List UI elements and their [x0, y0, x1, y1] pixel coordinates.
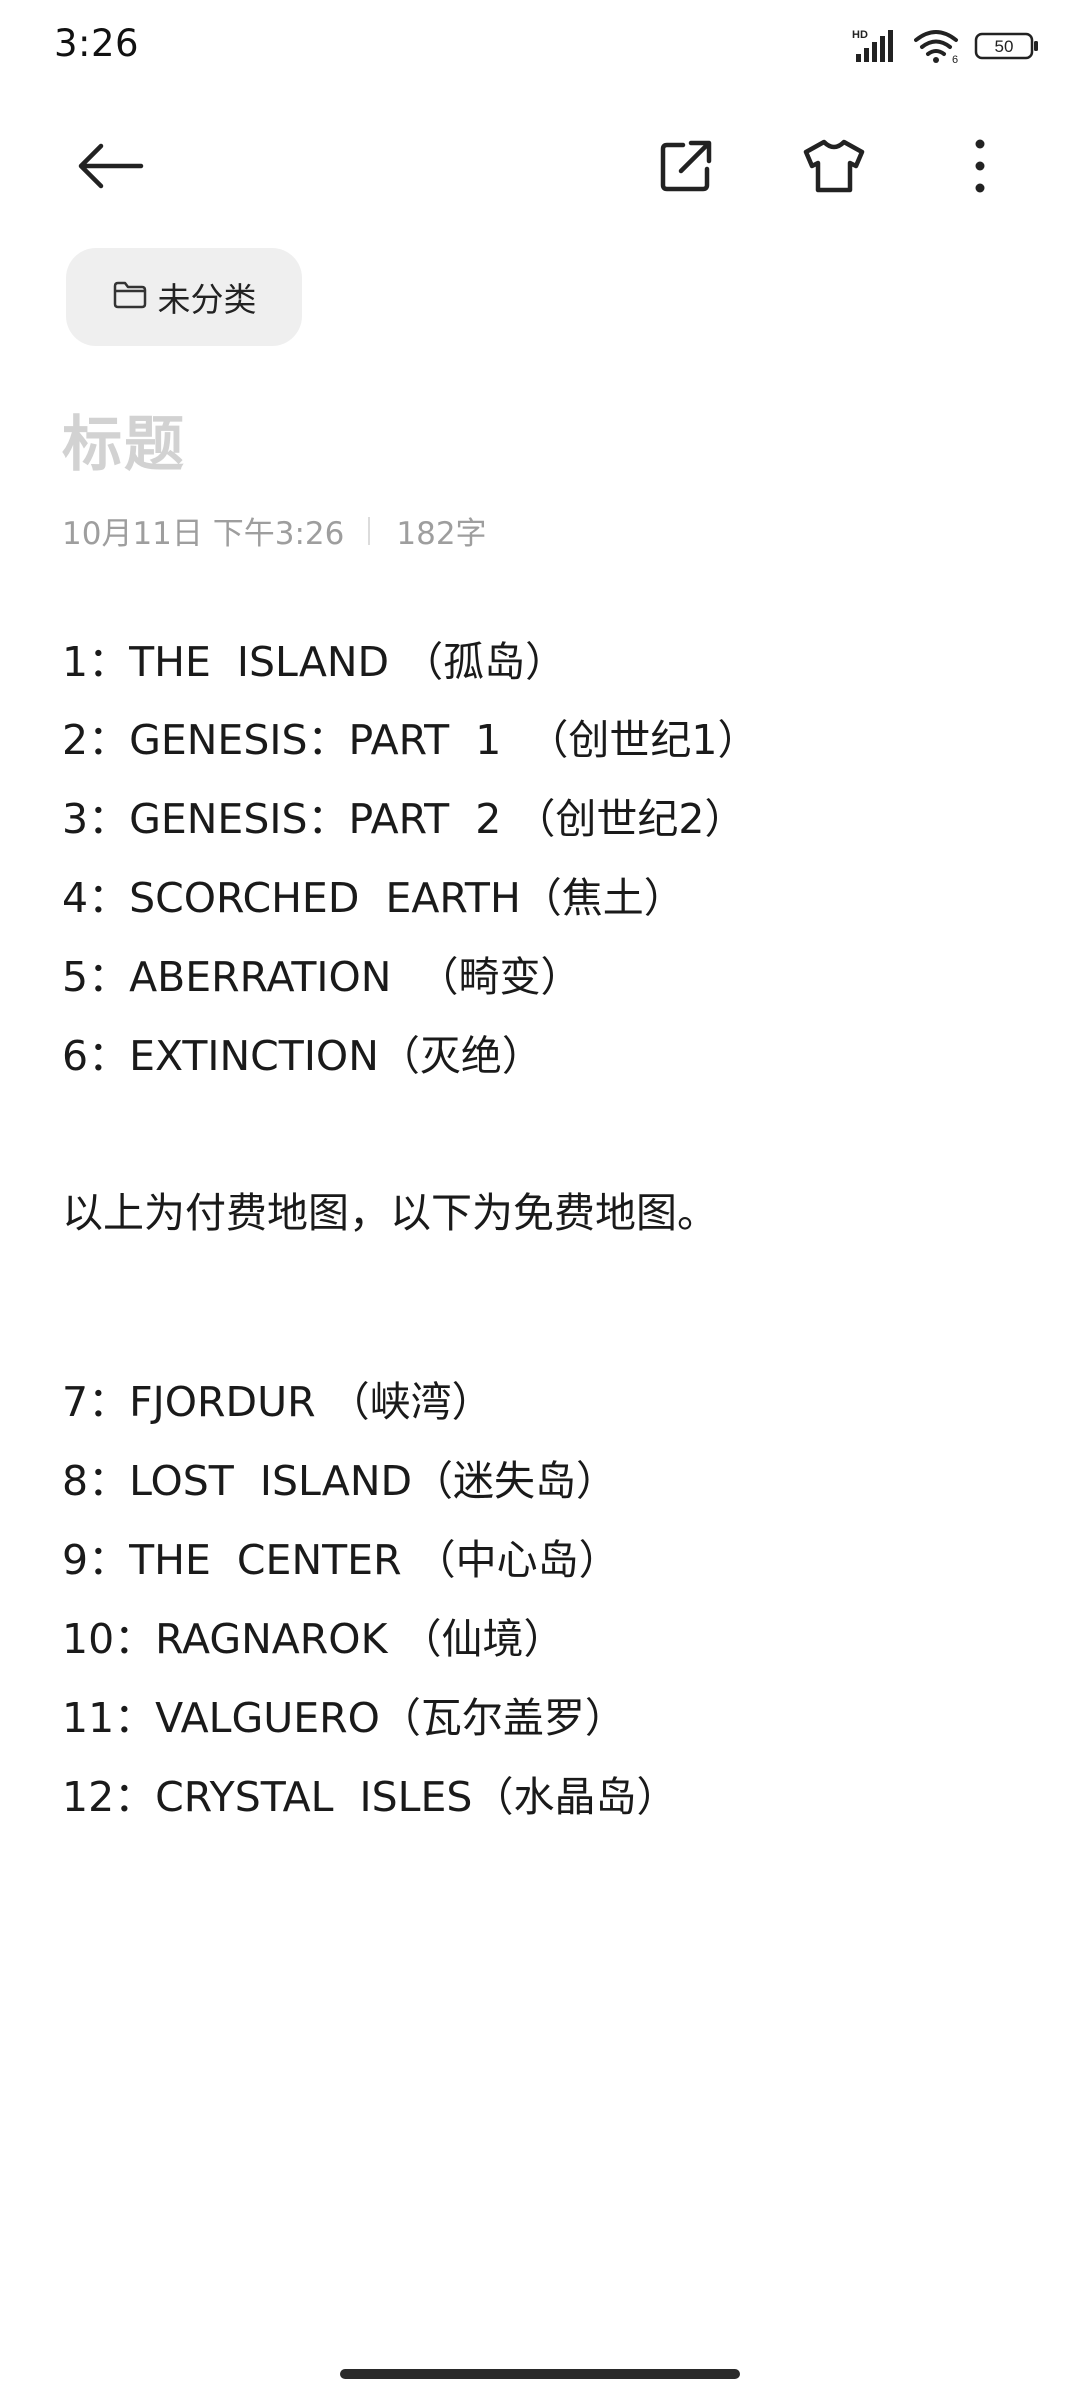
category-chip[interactable]: 未分类	[66, 248, 302, 346]
hd-label: HD	[852, 29, 868, 41]
battery-level: 50	[995, 37, 1014, 56]
status-time: 3:26	[54, 22, 140, 65]
note-line: 12：CRYSTAL ISLES（水晶岛）	[62, 1773, 678, 1821]
note-line: 以上为付费地图，以下为免费地图。	[62, 1189, 718, 1237]
hd-signal-icon: HD	[852, 28, 902, 64]
back-button[interactable]	[72, 130, 148, 206]
note-date: 10月11日 下午3:26	[62, 516, 345, 552]
theme-button[interactable]	[796, 130, 872, 206]
status-icons: HD 6 50	[852, 26, 1040, 66]
tshirt-theme-icon	[802, 138, 866, 198]
note-line: 4：SCORCHED EARTH（焦土）	[62, 874, 685, 922]
more-vertical-icon	[970, 138, 990, 198]
more-options-button[interactable]	[942, 130, 1018, 206]
note-line: 8：LOST ISLAND（迷失岛）	[62, 1457, 618, 1505]
toolbar	[0, 110, 1080, 220]
note-line: 7：FJORDUR （峡湾）	[62, 1378, 493, 1426]
share-external-icon	[657, 137, 715, 199]
category-label: 未分类	[157, 280, 257, 319]
status-bar: 3:26 HD 6 50	[0, 0, 1080, 90]
share-button[interactable]	[648, 130, 724, 206]
battery-icon: 50	[974, 30, 1040, 62]
note-meta: 10月11日 下午3:26 182字	[62, 508, 487, 553]
note-line: 1：THE ISLAND （孤岛）	[62, 638, 567, 686]
note-char-count: 182字	[396, 516, 487, 552]
back-arrow-icon	[75, 141, 145, 195]
folder-icon	[112, 280, 148, 314]
note-line: 3：GENESIS：PART 2 （创世纪2）	[62, 795, 746, 843]
wifi-badge: 6	[952, 54, 958, 64]
note-title-input[interactable]: 标题	[62, 396, 186, 483]
note-line: 10：RAGNAROK （仙境）	[62, 1615, 565, 1663]
note-line: 5：ABERRATION （畸变）	[62, 953, 582, 1001]
home-indicator[interactable]	[340, 2369, 740, 2379]
meta-divider	[368, 516, 371, 545]
note-line: 9：THE CENTER （中心岛）	[62, 1536, 620, 1584]
wifi-icon: 6	[914, 28, 962, 64]
note-line: 6：EXTINCTION（灭绝）	[62, 1032, 543, 1080]
note-line: 11：VALGUERO（瓦尔盖罗）	[62, 1694, 626, 1742]
note-line: 2：GENESIS：PART 1 （创世纪1）	[62, 716, 759, 764]
